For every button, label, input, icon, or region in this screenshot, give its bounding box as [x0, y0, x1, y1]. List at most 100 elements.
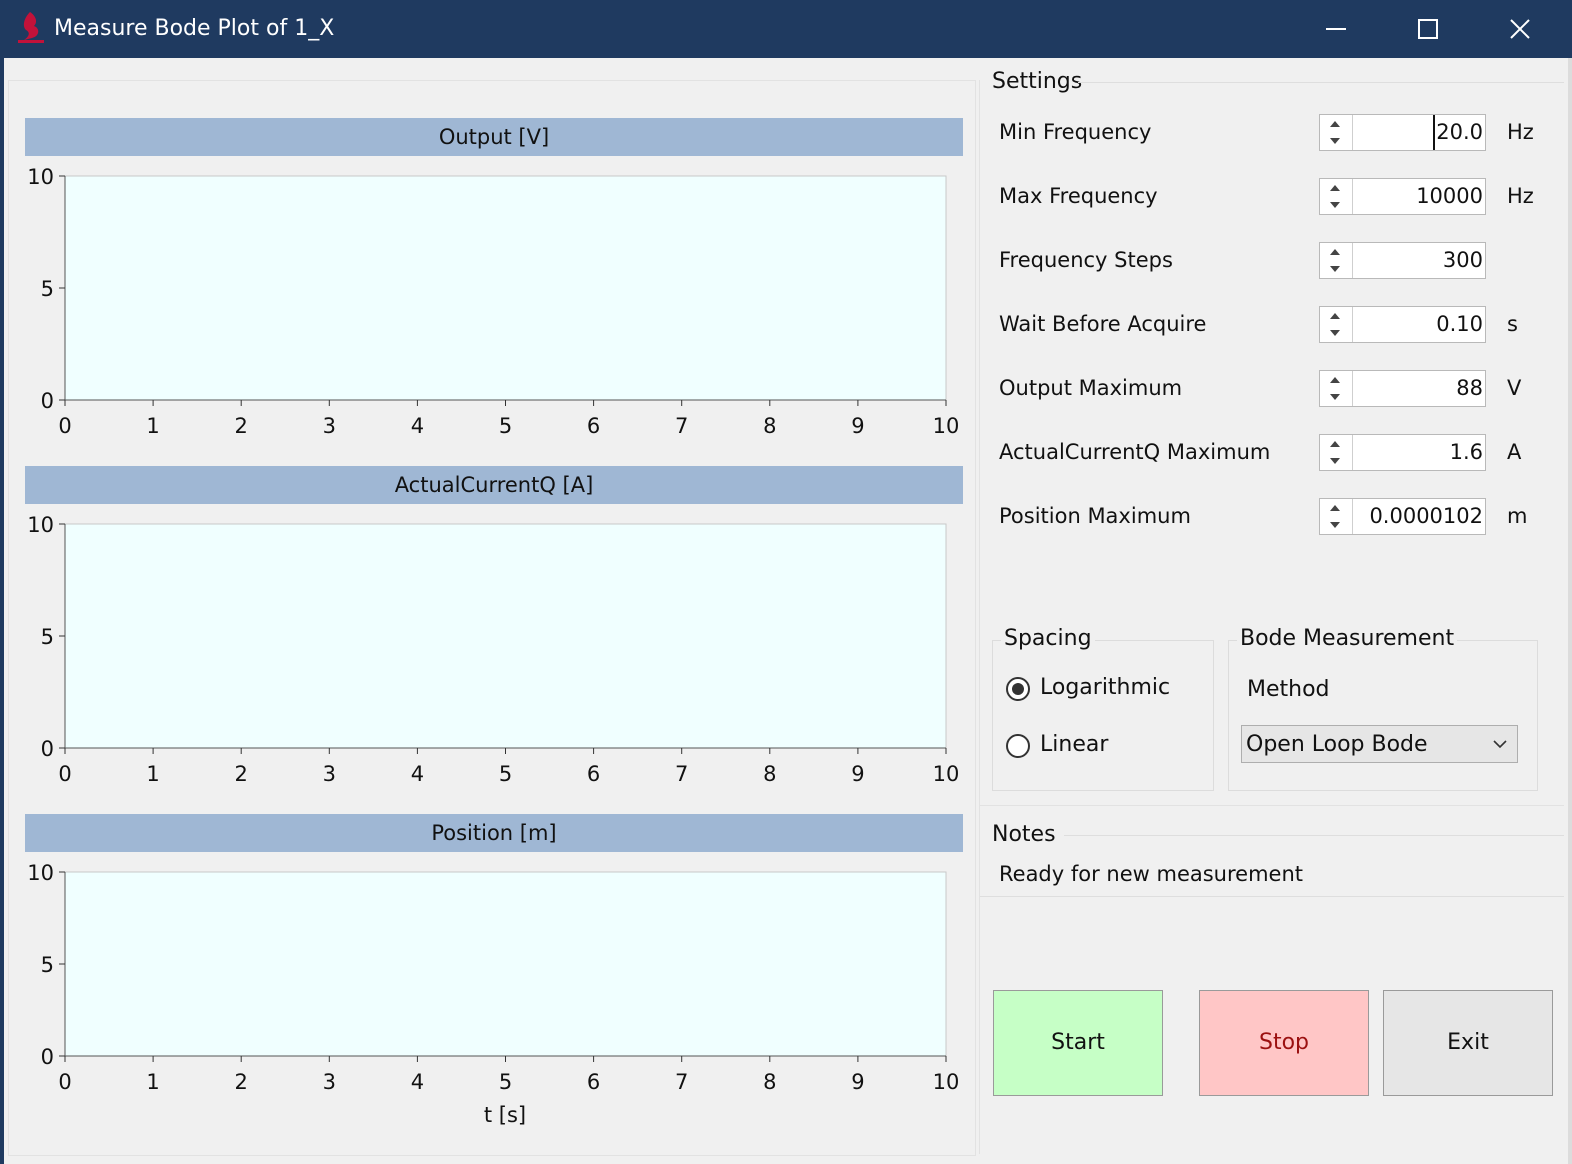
- plot-area: [64, 175, 947, 401]
- panel-divider: [979, 80, 980, 1154]
- max-frequency-spinbox[interactable]: 10000: [1319, 178, 1486, 215]
- max-frequency-label: Max Frequency: [999, 184, 1158, 208]
- spin-up-icon[interactable]: [1330, 441, 1340, 447]
- position-plot[interactable]: 0 1 2 3 4 5 6 7 8 9 10 0 5 10: [0, 856, 975, 1106]
- spin-down-icon[interactable]: [1330, 138, 1340, 144]
- y-tick-label: 0: [41, 737, 54, 761]
- app-logo-icon: [18, 12, 44, 43]
- bode-measurement-group-title: Bode Measurement: [1237, 626, 1458, 651]
- exit-button[interactable]: Exit: [1383, 990, 1553, 1096]
- x-tick-label: 9: [851, 762, 864, 786]
- spin-up-icon[interactable]: [1330, 249, 1340, 255]
- notes-divider: [980, 896, 1564, 897]
- window-border-right: [1568, 58, 1572, 1164]
- spin-down-icon[interactable]: [1330, 522, 1340, 528]
- spin-down-icon[interactable]: [1330, 458, 1340, 464]
- actual-current-maximum-unit: A: [1507, 440, 1522, 464]
- spin-arrows[interactable]: [1320, 371, 1353, 406]
- method-label: Method: [1247, 677, 1330, 702]
- method-dropdown[interactable]: Open Loop Bode: [1241, 725, 1518, 763]
- notes-group-line: [1064, 835, 1564, 836]
- output-maximum-unit: V: [1507, 376, 1522, 400]
- spin-arrows[interactable]: [1320, 179, 1353, 214]
- x-tick-label: 3: [323, 1070, 336, 1094]
- plot-area: [64, 523, 947, 749]
- close-button[interactable]: [1474, 0, 1566, 58]
- x-tick-label: 0: [58, 1070, 71, 1094]
- stop-button[interactable]: Stop: [1199, 990, 1369, 1096]
- close-icon: [1510, 19, 1530, 39]
- actual-current-maximum-value[interactable]: 1.6: [1450, 435, 1483, 470]
- settings-group-title: Settings: [992, 69, 1083, 94]
- x-tick-label: 4: [411, 762, 424, 786]
- x-tick-label: 4: [411, 414, 424, 438]
- spin-down-icon[interactable]: [1330, 202, 1340, 208]
- spin-up-icon[interactable]: [1330, 121, 1340, 127]
- max-frequency-value[interactable]: 10000: [1416, 179, 1483, 214]
- frequency-steps-label: Frequency Steps: [999, 248, 1173, 272]
- min-frequency-label: Min Frequency: [999, 120, 1152, 144]
- spin-down-icon[interactable]: [1330, 394, 1340, 400]
- min-frequency-spinbox[interactable]: 20.0: [1319, 114, 1486, 151]
- x-tick-label: 8: [763, 762, 776, 786]
- chevron-down-icon: [1493, 740, 1507, 749]
- minimize-button[interactable]: [1290, 0, 1382, 58]
- spin-up-icon[interactable]: [1330, 313, 1340, 319]
- position-maximum-value[interactable]: 0.0000102: [1369, 499, 1483, 534]
- maximize-button[interactable]: [1382, 0, 1474, 58]
- spin-up-icon[interactable]: [1330, 185, 1340, 191]
- y-tick-label: 5: [41, 953, 54, 977]
- frequency-steps-spinbox[interactable]: 300: [1319, 242, 1486, 279]
- x-tick-label: 5: [499, 762, 512, 786]
- x-tick-label: 10: [933, 762, 960, 786]
- window-title: Measure Bode Plot of 1_X: [54, 16, 335, 41]
- x-tick-label: 9: [851, 1070, 864, 1094]
- x-axis-label: t [s]: [483, 1103, 527, 1127]
- start-button[interactable]: Start: [993, 990, 1163, 1096]
- spin-arrows[interactable]: [1320, 435, 1353, 470]
- output-plot[interactable]: 0 1 2 3 4 5 6 7 8 9 10 0 5 10: [0, 160, 975, 440]
- y-tick-label: 0: [41, 389, 54, 413]
- settings-group-line: [1078, 82, 1564, 83]
- wait-before-acquire-label: Wait Before Acquire: [999, 312, 1207, 336]
- notes-text: Ready for new measurement: [999, 862, 1304, 886]
- spin-arrows[interactable]: [1320, 115, 1353, 150]
- x-tick-label: 4: [411, 1070, 424, 1094]
- output-maximum-label: Output Maximum: [999, 376, 1183, 400]
- spacing-group-title: Spacing: [1001, 626, 1095, 651]
- wait-before-acquire-value[interactable]: 0.10: [1436, 307, 1483, 342]
- linear-radio[interactable]: [1006, 734, 1030, 758]
- spin-arrows[interactable]: [1320, 243, 1353, 278]
- plot-area: [64, 871, 947, 1057]
- actual-current-maximum-spinbox[interactable]: 1.6: [1319, 434, 1486, 471]
- logarithmic-label[interactable]: Logarithmic: [1040, 675, 1170, 700]
- x-tick-label: 7: [675, 414, 688, 438]
- y-tick-label: 5: [41, 625, 54, 649]
- title-bar[interactable]: Measure Bode Plot of 1_X: [0, 0, 1572, 58]
- spin-up-icon[interactable]: [1330, 505, 1340, 511]
- logarithmic-radio[interactable]: [1006, 677, 1030, 701]
- x-tick-label: 7: [675, 1070, 688, 1094]
- spin-down-icon[interactable]: [1330, 266, 1340, 272]
- x-tick-label: 2: [235, 762, 248, 786]
- position-maximum-spinbox[interactable]: 0.0000102: [1319, 498, 1486, 535]
- frequency-steps-value[interactable]: 300: [1443, 243, 1483, 278]
- linear-label[interactable]: Linear: [1040, 732, 1108, 757]
- x-tick-label: 3: [323, 762, 336, 786]
- output-maximum-value[interactable]: 88: [1456, 371, 1483, 406]
- spin-arrows[interactable]: [1320, 307, 1353, 342]
- y-tick-label: 10: [27, 861, 54, 885]
- y-tick-label: 5: [41, 277, 54, 301]
- x-tick-label: 6: [587, 1070, 600, 1094]
- x-tick-label: 10: [933, 1070, 960, 1094]
- spin-arrows[interactable]: [1320, 499, 1353, 534]
- actual-current-plot[interactable]: 0 1 2 3 4 5 6 7 8 9 10 0 5 10: [0, 508, 975, 788]
- min-frequency-value[interactable]: 20.0: [1433, 115, 1483, 150]
- spin-up-icon[interactable]: [1330, 377, 1340, 383]
- x-tick-label: 1: [146, 762, 159, 786]
- x-tick-label: 0: [58, 762, 71, 786]
- wait-before-acquire-spinbox[interactable]: 0.10: [1319, 306, 1486, 343]
- spin-down-icon[interactable]: [1330, 330, 1340, 336]
- output-maximum-spinbox[interactable]: 88: [1319, 370, 1486, 407]
- x-tick-label: 10: [933, 414, 960, 438]
